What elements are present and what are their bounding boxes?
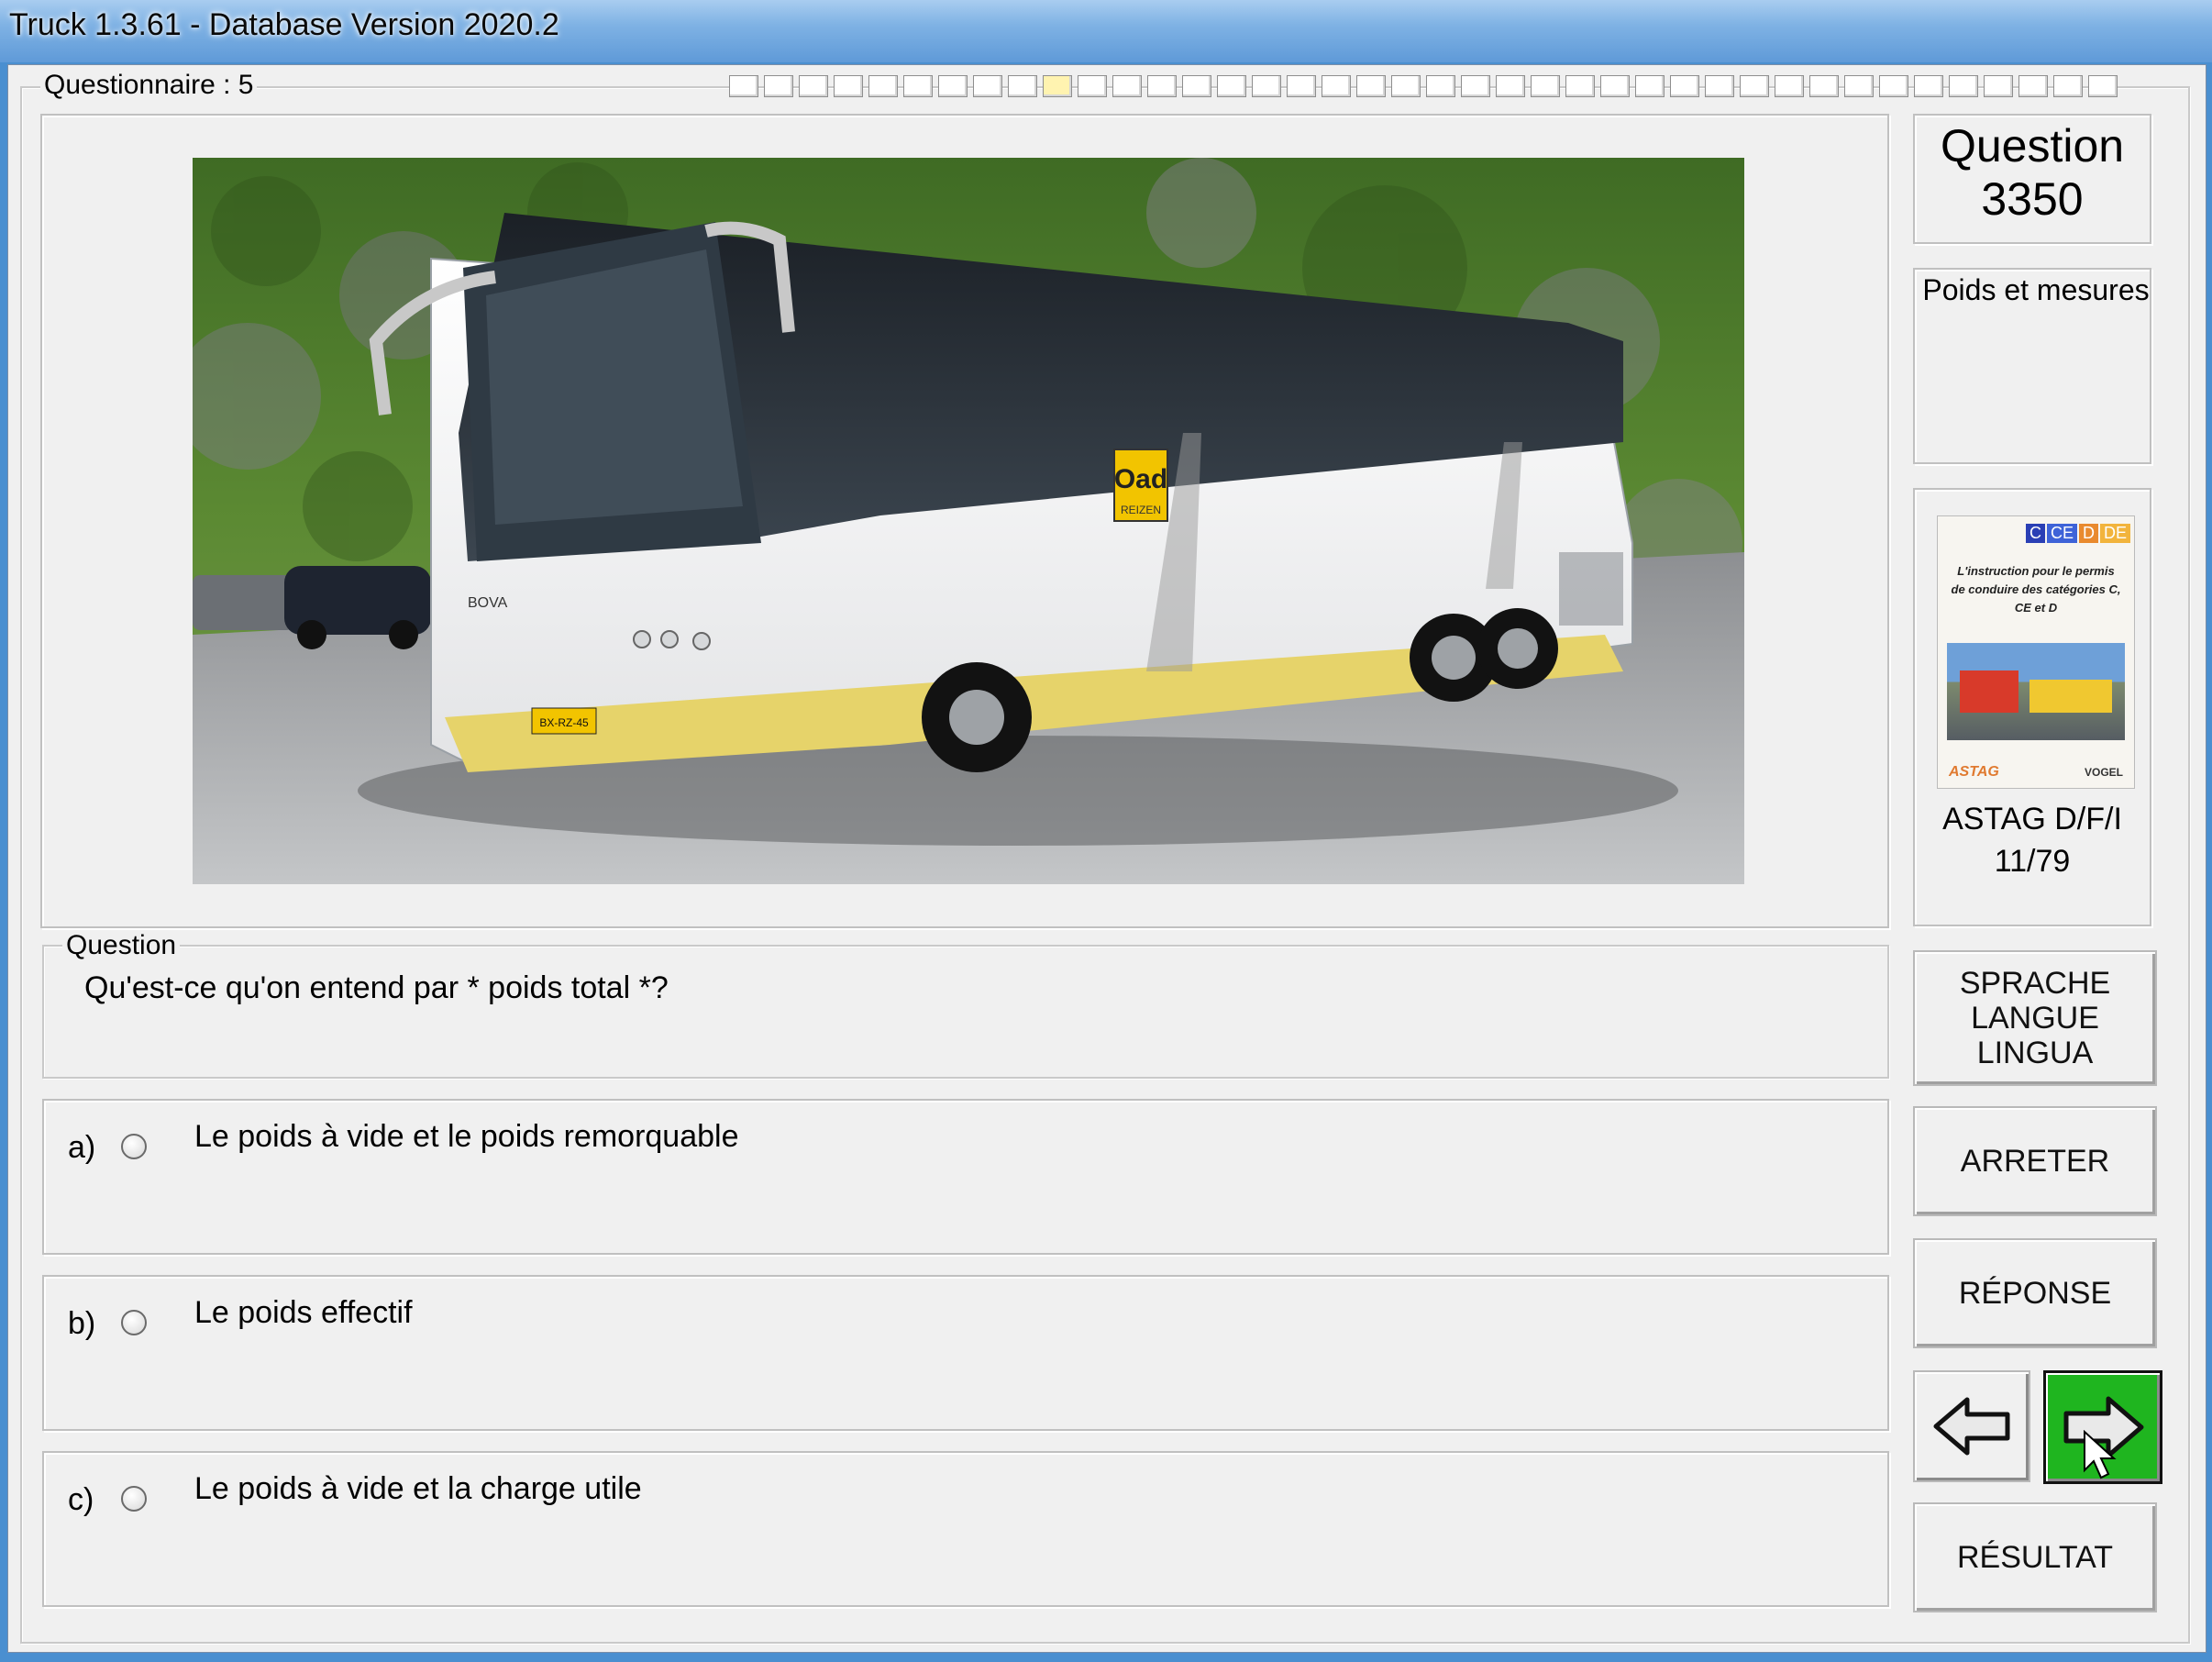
badge-ce: CE [2046,524,2077,543]
operator-logo-subtext: REIZEN [1121,504,1161,516]
progress-cell [1809,75,1839,97]
answer-text-a[interactable]: Le poids à vide et le poids remorquable [194,1119,739,1155]
previous-button[interactable] [1913,1370,2030,1482]
progress-cell [1461,75,1490,97]
progress-cell [1356,75,1386,97]
badge-c: C [2025,524,2045,543]
answer-button[interactable]: RÉPONSE [1913,1238,2157,1348]
progress-cell [1217,75,1246,97]
progress-cell [2053,75,2083,97]
progress-cell [1914,75,1943,97]
progress-cell [1078,75,1107,97]
progress-cell [1147,75,1177,97]
question-number-label: Question [1940,120,2125,172]
progress-cell [2018,75,2048,97]
progress-cell [1705,75,1734,97]
language-button-label: SPRACHE LANGUE LINGUA [1959,966,2111,1070]
window-title: Truck 1.3.61 - Database Version 2020.2 [9,7,559,42]
progress-cell [1635,75,1665,97]
book-logo-right: VOGEL [2084,766,2123,779]
progress-cell [1426,75,1455,97]
mouse-cursor-icon [2084,1430,2117,1479]
book-logo-left: ASTAG [1949,764,1999,780]
answer-radio-c[interactable] [121,1486,147,1512]
progress-cell [764,75,793,97]
progress-cell [868,75,898,97]
progress-cell [799,75,828,97]
book-cover-picture [1947,643,2125,740]
questionnaire-label: Questionnaire : 5 [40,70,258,101]
arrow-left-icon [1933,1397,2010,1456]
progress-cell [729,75,758,97]
progress-cell [2088,75,2118,97]
progress-cell [1287,75,1316,97]
progress-cell [1844,75,1874,97]
progress-cell [1008,75,1037,97]
progress-cell [1984,75,2013,97]
question-photo: Oad REIZEN BOVA BX-RZ-45 [193,158,1744,884]
badge-de: DE [2099,524,2130,543]
operator-logo-text: Oad [1114,464,1167,494]
language-button[interactable]: SPRACHE LANGUE LINGUA [1913,950,2157,1086]
answer-letter-c: c) [68,1482,94,1517]
answer-letter-b: b) [68,1306,96,1341]
progress-cell [1391,75,1421,97]
progress-cell [1496,75,1525,97]
result-button[interactable]: RÉSULTAT [1913,1502,2157,1612]
progress-cell [1879,75,1908,97]
answer-letter-a: a) [68,1130,96,1165]
progress-cell [1670,75,1699,97]
progress-cell [834,75,863,97]
book-source: ASTAG D/F/I [1942,802,2122,837]
answer-button-label: RÉPONSE [1958,1276,2112,1311]
answer-text-b[interactable]: Le poids effectif [194,1295,413,1331]
progress-cell [1565,75,1595,97]
question-progress-bar [729,75,2118,97]
answer-radio-a[interactable] [121,1134,147,1159]
answer-text-c[interactable]: Le poids à vide et la charge utile [194,1471,642,1507]
question-section-label: Question [62,930,181,961]
progress-cell [1043,75,1072,97]
result-button-label: RÉSULTAT [1956,1540,2114,1575]
badge-d: D [2078,524,2098,543]
stop-button[interactable]: ARRETER [1913,1106,2157,1216]
answer-radio-b[interactable] [121,1310,147,1335]
question-number: 3350 [1981,173,2084,225]
progress-cell [1182,75,1211,97]
license-plate-text: BX-RZ-45 [539,716,589,729]
question-topic: Poids et mesures [1922,273,2150,306]
question-text: Qu'est-ce qu'on entend par * poids total… [84,970,669,1005]
progress-cell [1775,75,1804,97]
progress-cell [938,75,968,97]
progress-cell [1949,75,1978,97]
title-bar: Truck 1.3.61 - Database Version 2020.2 [0,0,2212,62]
source-book-cover: C CE D DE L'instruction pour le permis d… [1937,515,2135,789]
category-badges: C CE D DE [2025,524,2130,543]
bus-brand-text: BOVA [468,595,508,611]
next-button[interactable] [2043,1370,2162,1484]
progress-cell [1112,75,1142,97]
progress-cell [1740,75,1769,97]
progress-cell [1600,75,1630,97]
stop-button-label: ARRETER [1960,1144,2110,1179]
progress-cell [903,75,933,97]
progress-cell [973,75,1002,97]
progress-cell [1531,75,1560,97]
progress-cell [1252,75,1281,97]
question-frame [42,945,1889,1079]
book-cover-text: L'instruction pour le permis de conduire… [1951,564,2121,615]
progress-cell [1322,75,1351,97]
book-page: 11/79 [1994,844,2071,879]
